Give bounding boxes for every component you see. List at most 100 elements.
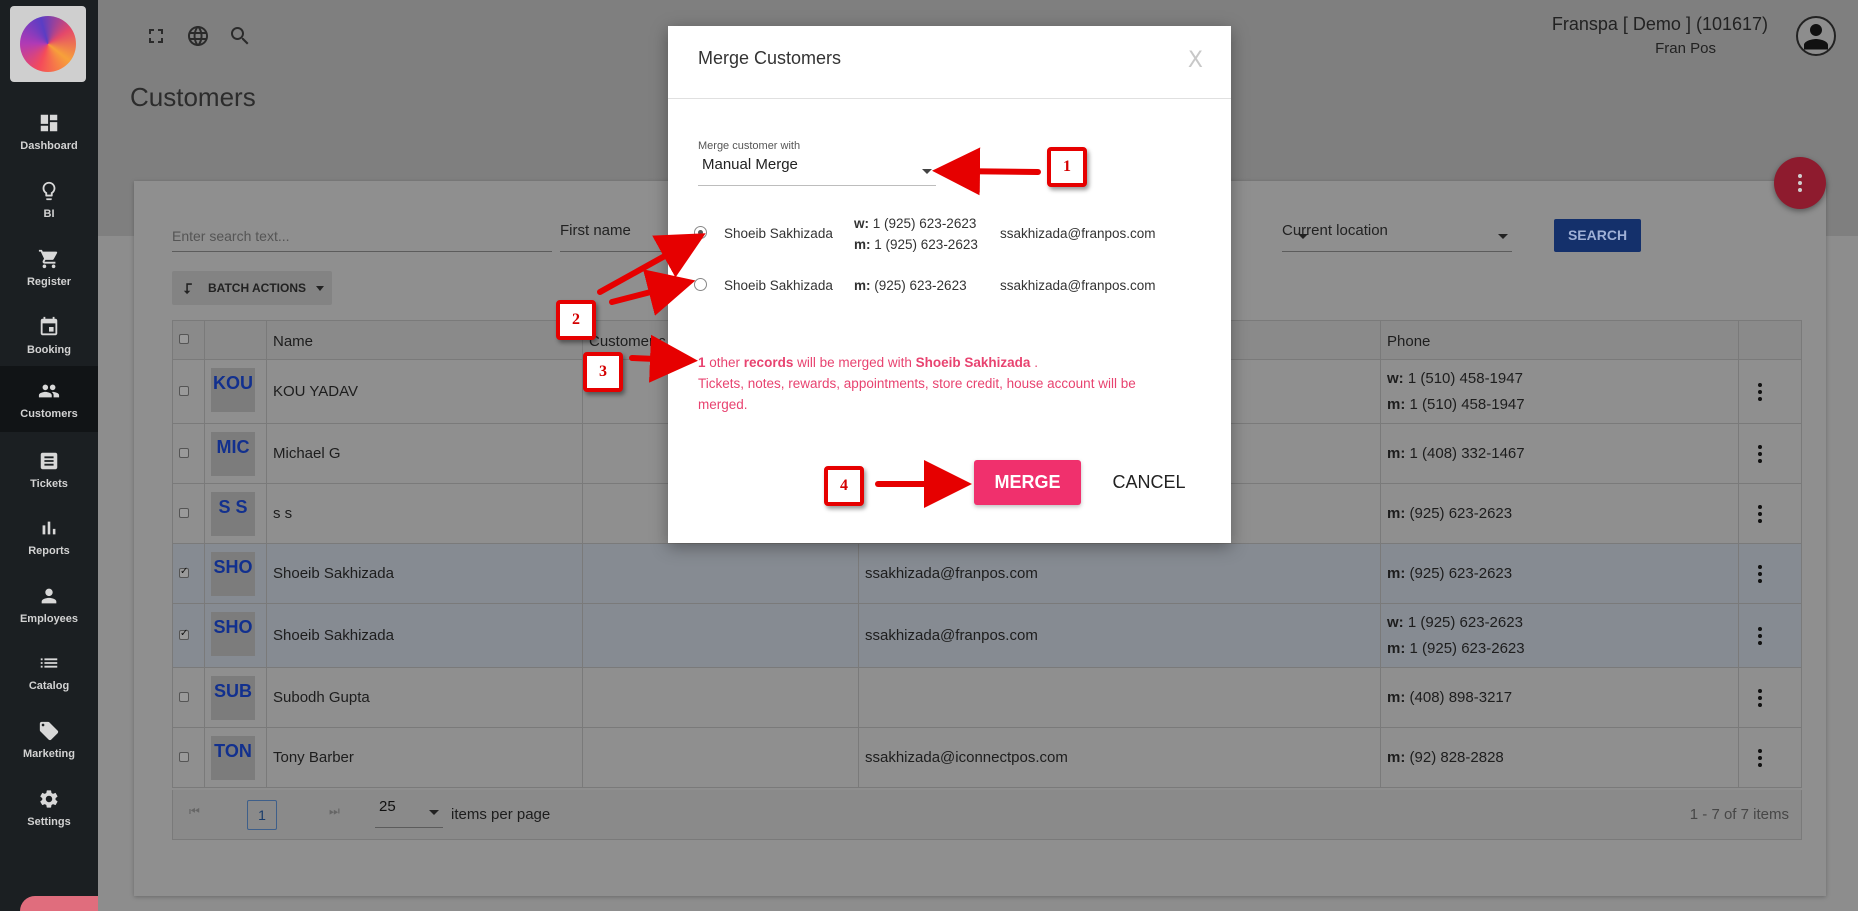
row-checkbox[interactable] xyxy=(179,692,189,702)
dialog-title: Merge Customers xyxy=(698,48,842,68)
sidebar-item-reports[interactable]: Reports xyxy=(0,509,98,575)
sidebar-item-label: Customers xyxy=(20,408,78,420)
page-title: Customers xyxy=(130,82,256,112)
table-row[interactable]: SHO Shoeib Sakhizada ssakhizada@franpos.co… xyxy=(172,544,1802,604)
row-checkbox[interactable] xyxy=(179,386,189,396)
annotation-callout-4: 4 xyxy=(824,466,864,506)
row-menu-icon[interactable] xyxy=(1758,565,1762,586)
search-icon[interactable] xyxy=(228,24,252,48)
people-icon xyxy=(38,384,60,398)
candidate-phone-line: m: (925) 623-2623 xyxy=(854,278,967,293)
sidebar-item-settings[interactable]: Settings xyxy=(0,780,98,846)
table-row[interactable]: SUB Subodh Gupta m: (408) 898-3217 xyxy=(172,668,1802,728)
candidate-email: ssakhizada@franpos.com xyxy=(1000,226,1156,241)
first-page-icon[interactable]: ⏮ xyxy=(189,804,200,819)
sidebar-item-marketing[interactable]: Marketing xyxy=(0,712,98,778)
customer-phone: m: (925) 623-2623 xyxy=(1387,505,1513,522)
row-checkbox[interactable] xyxy=(179,628,189,640)
account-subtitle: Fran Pos xyxy=(1655,40,1716,57)
sidebar-item-booking[interactable]: Booking xyxy=(0,308,98,374)
sidebar-item-label: Register xyxy=(26,276,72,288)
chevron-down-icon xyxy=(1498,234,1508,239)
merge-summary-note: 1 other records will be merged with Shoe… xyxy=(698,355,1136,412)
customer-name[interactable]: Subodh Gupta xyxy=(273,689,370,706)
row-menu-icon[interactable] xyxy=(1758,505,1762,526)
customer-initials-badge: MIC xyxy=(211,432,255,476)
row-checkbox[interactable] xyxy=(179,752,189,762)
row-checkbox[interactable] xyxy=(179,448,189,458)
fullscreen-icon[interactable] xyxy=(144,24,168,48)
gear-icon xyxy=(40,790,58,808)
candidate-name: Shoeib Sakhizada xyxy=(724,226,833,241)
sidebar: Dashboard BI Register Booking Customers … xyxy=(0,0,120,911)
customer-email: ssakhizada@iconnectpos.com xyxy=(865,749,1068,766)
customer-name[interactable]: Tony Barber xyxy=(273,749,354,766)
sidebar-item-label: BI xyxy=(43,208,55,220)
batch-actions-button[interactable]: ⮦ BATCH ACTIONS xyxy=(172,271,332,305)
merge-button[interactable]: MERGE xyxy=(974,460,1081,505)
sidebar-item-employees[interactable]: Employees xyxy=(0,577,98,643)
merge-with-value: Manual Merge xyxy=(702,156,798,173)
items-per-page-select[interactable]: 25 xyxy=(375,798,443,828)
row-menu-icon[interactable] xyxy=(1758,689,1762,710)
sidebar-item-bi[interactable]: BI xyxy=(0,172,98,238)
row-menu-icon[interactable] xyxy=(1758,627,1762,648)
globe-icon[interactable] xyxy=(186,24,210,48)
close-icon[interactable]: X xyxy=(1188,48,1203,73)
sidebar-item-dashboard[interactable]: Dashboard xyxy=(0,104,98,170)
items-per-page-value: 25 xyxy=(379,798,396,815)
sidebar-item-label: Tickets xyxy=(30,478,68,490)
customer-name[interactable]: s s xyxy=(273,505,292,522)
sidebar-item-label: Booking xyxy=(27,344,71,356)
last-page-icon[interactable]: ⏭ xyxy=(329,804,340,819)
row-menu-icon[interactable] xyxy=(1758,445,1762,466)
sidebar-item-label: Dashboard xyxy=(20,140,78,152)
sidebar-item-label: Reports xyxy=(28,545,70,557)
chevron-down-icon xyxy=(922,169,932,174)
sidebar-item-register[interactable]: Register xyxy=(0,240,98,306)
search-button[interactable]: SEARCH xyxy=(1554,219,1641,252)
sidebar-item-tickets[interactable]: Tickets xyxy=(0,442,98,508)
row-checkbox[interactable] xyxy=(179,508,189,518)
avatar[interactable] xyxy=(1796,16,1836,56)
column-header-phone[interactable]: Phone xyxy=(1387,333,1430,350)
table-row[interactable]: TON Tony Barber ssakhizada@iconnectpos.com… xyxy=(172,728,1802,788)
customer-initials-badge: S S xyxy=(211,492,255,536)
candidate-radio-1[interactable] xyxy=(694,226,707,239)
sidebar-item-customers[interactable]: Customers xyxy=(0,366,98,432)
customer-phone: w: 1 (925) 623-2623 xyxy=(1387,614,1523,631)
ticket-icon xyxy=(40,452,58,470)
column-header-name[interactable]: Name xyxy=(273,333,313,350)
bar-chart-icon xyxy=(42,521,56,535)
column-header-customer-code[interactable]: Customer c xyxy=(589,333,666,350)
app-logo[interactable] xyxy=(10,6,86,82)
customer-name[interactable]: Michael G xyxy=(273,445,341,462)
first-name-label: First name xyxy=(560,222,631,239)
row-menu-icon[interactable] xyxy=(1758,383,1762,404)
location-select[interactable]: Current location xyxy=(1282,222,1512,252)
batch-actions-label: BATCH ACTIONS xyxy=(208,281,306,295)
customer-name[interactable]: KOU YADAV xyxy=(273,383,358,400)
row-checkbox[interactable] xyxy=(179,566,189,578)
page-number-button[interactable]: 1 xyxy=(247,800,277,830)
search-input[interactable]: Enter search text... xyxy=(172,226,552,252)
row-menu-icon[interactable] xyxy=(1758,749,1762,770)
more-actions-fab[interactable] xyxy=(1774,157,1826,209)
sidebar-item-catalog[interactable]: Catalog xyxy=(0,644,98,710)
sidebar-item-label: Employees xyxy=(19,613,79,625)
person-icon xyxy=(41,588,57,604)
batch-arrow-icon: ⮦ xyxy=(184,280,193,296)
cancel-button[interactable]: CANCEL xyxy=(1104,460,1194,505)
customer-phone: m: 1 (408) 332-1467 xyxy=(1387,445,1525,462)
cart-icon xyxy=(38,249,58,269)
customer-name[interactable]: Shoeib Sakhizada xyxy=(273,565,394,582)
calendar-icon xyxy=(40,316,58,336)
merge-with-select[interactable]: Manual Merge xyxy=(698,156,936,186)
tag-icon xyxy=(39,721,59,741)
customer-initials-badge: SUB xyxy=(211,676,255,720)
customer-phone: w: 1 (510) 458-1947 xyxy=(1387,370,1523,387)
customer-name[interactable]: Shoeib Sakhizada xyxy=(273,627,394,644)
table-row[interactable]: SHO Shoeib Sakhizada ssakhizada@franpos.co… xyxy=(172,604,1802,668)
candidate-radio-2[interactable] xyxy=(694,278,707,291)
customer-initials-badge: TON xyxy=(211,736,255,780)
